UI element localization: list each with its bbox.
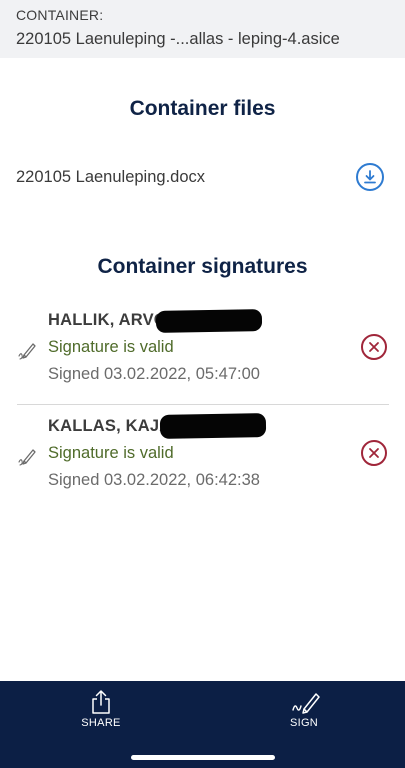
home-indicator[interactable] <box>131 755 275 760</box>
close-icon <box>369 342 379 352</box>
signature-row[interactable]: HALLIK, ARVO, Signature is valid Signed … <box>0 300 405 404</box>
signer-name: KALLAS, KAJA, <box>48 417 177 435</box>
sign-pen-icon <box>292 693 320 714</box>
bottom-action-bar: SHARE SIGN <box>0 681 405 768</box>
remove-signature-button[interactable] <box>361 440 387 466</box>
divider <box>17 404 389 405</box>
file-row[interactable]: 220105 Laenuleping.docx <box>0 160 405 196</box>
signature-pen-icon <box>18 449 36 466</box>
redaction-mark <box>155 309 263 333</box>
signature-status: Signature is valid <box>48 338 174 356</box>
sign-button[interactable]: SIGN <box>264 689 344 739</box>
signer-name: HALLIK, ARVO, <box>48 311 172 329</box>
remove-signature-button[interactable] <box>361 334 387 360</box>
container-files-title: Container files <box>129 97 276 120</box>
file-name[interactable]: 220105 Laenuleping.docx <box>16 168 205 187</box>
container-name: 220105 Laenuleping -...allas - leping-4.… <box>16 30 340 48</box>
signature-date: Signed 03.02.2022, 05:47:00 <box>48 365 260 383</box>
container-header: CONTAINER: 220105 Laenuleping -...allas … <box>0 0 405 58</box>
container-signatures-title: Container signatures <box>97 255 308 278</box>
sign-label: SIGN <box>289 717 319 729</box>
signature-date: Signed 03.02.2022, 06:42:38 <box>48 471 260 489</box>
signature-status: Signature is valid <box>48 444 174 462</box>
share-label: SHARE <box>81 717 121 729</box>
share-icon <box>92 690 110 714</box>
share-button[interactable]: SHARE <box>61 689 141 739</box>
redaction-mark <box>159 413 267 439</box>
signature-row[interactable]: KALLAS, KAJA, Signature is valid Signed … <box>0 406 405 510</box>
signature-pen-icon <box>18 343 36 360</box>
container-screen: CONTAINER: 220105 Laenuleping -...allas … <box>0 0 405 768</box>
download-button[interactable] <box>356 163 384 191</box>
download-icon <box>364 170 376 184</box>
container-label: CONTAINER: <box>16 7 104 23</box>
close-icon <box>369 448 379 458</box>
